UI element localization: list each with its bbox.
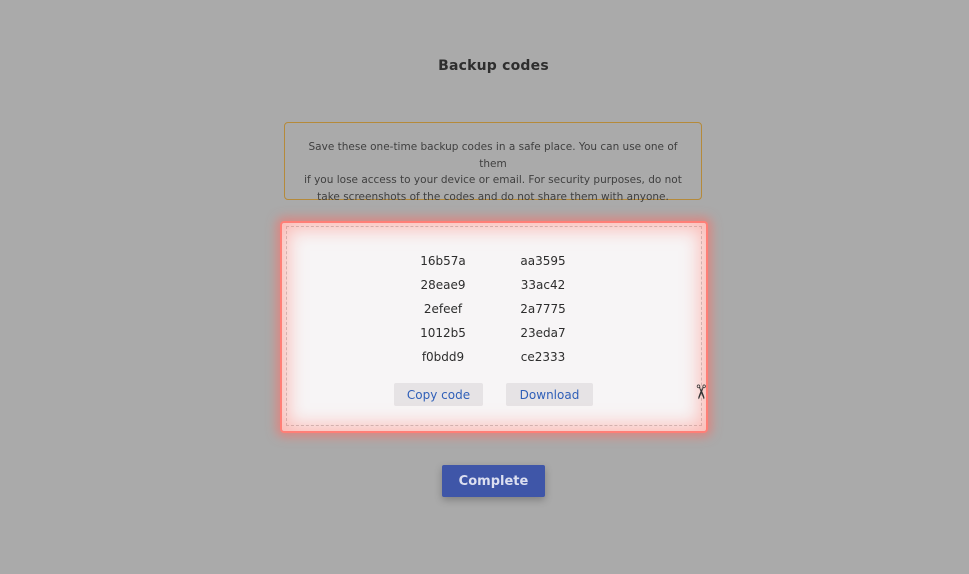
notice-line-3: take screenshots of the codes and do not…	[317, 190, 669, 203]
backup-code: 28eae9	[420, 278, 466, 292]
security-notice: Save these one-time backup codes in a sa…	[284, 122, 702, 203]
backup-codes-page: Backup codes Save these one-time backup …	[0, 0, 969, 574]
backup-code: 2a7775	[520, 302, 566, 316]
backup-code: f0bdd9	[421, 350, 465, 364]
backup-code: 16b57a	[420, 254, 466, 268]
backup-code: 33ac42	[520, 278, 566, 292]
codes-panel: 16b57a aa3595 28eae9 33ac42 2efeef 2a777…	[282, 223, 706, 431]
page-title: Backup codes	[438, 58, 549, 74]
code-row: f0bdd9 ce2333	[282, 350, 706, 374]
backup-code: ce2333	[520, 350, 566, 364]
backup-code: aa3595	[520, 254, 566, 268]
code-row: 28eae9 33ac42	[282, 278, 706, 302]
complete-button[interactable]: Complete	[442, 465, 545, 497]
codes-grid: 16b57a aa3595 28eae9 33ac42 2efeef 2a777…	[282, 254, 706, 374]
backup-code: 23eda7	[520, 326, 566, 340]
scissors-icon: ✂	[689, 383, 713, 401]
code-row: 1012b5 23eda7	[282, 326, 706, 350]
backup-code: 1012b5	[420, 326, 466, 340]
code-row: 16b57a aa3595	[282, 254, 706, 278]
notice-line-2: if you lose access to your device or ema…	[304, 174, 682, 186]
backup-code: 2efeef	[423, 302, 463, 316]
notice-line-1: Save these one-time backup codes in a sa…	[308, 141, 678, 170]
download-button[interactable]: Download	[506, 383, 593, 406]
copy-code-button[interactable]: Copy code	[394, 383, 483, 406]
code-row: 2efeef 2a7775	[282, 302, 706, 326]
